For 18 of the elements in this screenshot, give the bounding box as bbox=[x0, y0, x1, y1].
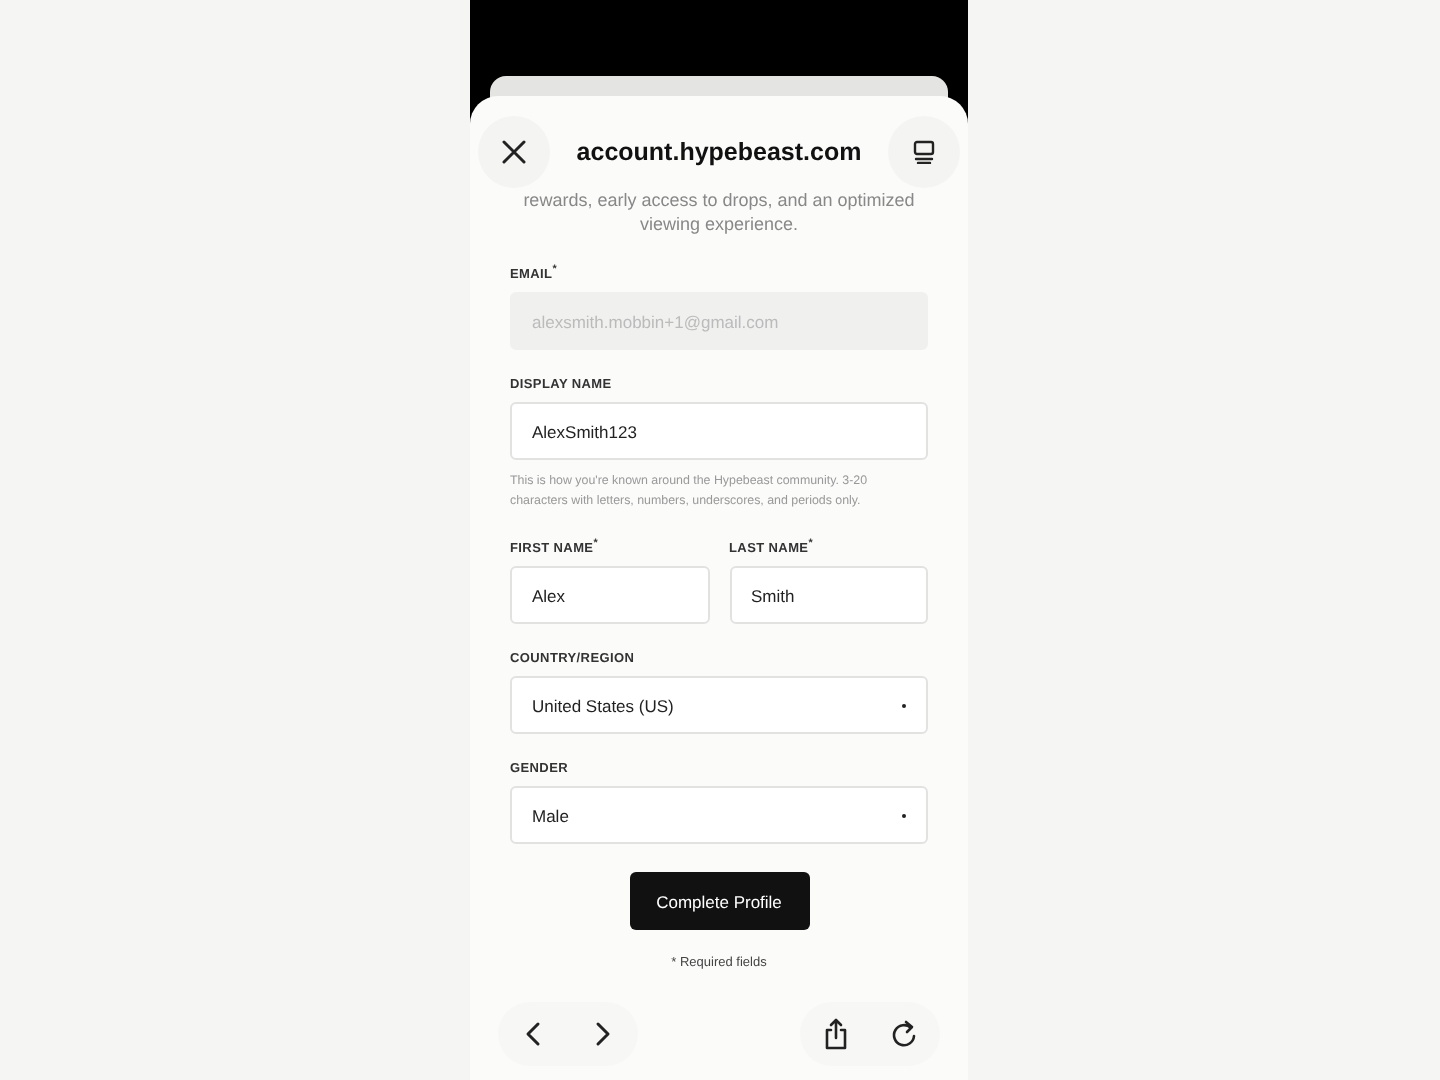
forward-icon bbox=[592, 1020, 612, 1049]
caret-icon bbox=[902, 703, 906, 708]
intro-text: rewards, early access to drops, and an optimized viewing experience. bbox=[521, 188, 917, 236]
share-icon bbox=[822, 1018, 850, 1051]
close-icon bbox=[500, 138, 528, 166]
complete-profile-button[interactable]: Complete Profile bbox=[629, 872, 809, 931]
close-button[interactable] bbox=[478, 116, 550, 188]
caret-icon bbox=[902, 813, 906, 818]
input-field[interactable]: Alex bbox=[510, 566, 709, 625]
input-field[interactable]: Smith bbox=[729, 566, 928, 625]
back-icon bbox=[524, 1020, 544, 1049]
select-field[interactable]: United States (US) bbox=[510, 676, 928, 735]
reload-icon bbox=[890, 1018, 918, 1051]
url-text[interactable]: account.hypebeast.com bbox=[576, 138, 862, 166]
select-field[interactable]: Male bbox=[510, 786, 928, 845]
input-field[interactable]: AlexSmith123 bbox=[510, 402, 928, 461]
tabs-icon bbox=[912, 140, 936, 164]
tabs-button[interactable] bbox=[888, 116, 960, 188]
